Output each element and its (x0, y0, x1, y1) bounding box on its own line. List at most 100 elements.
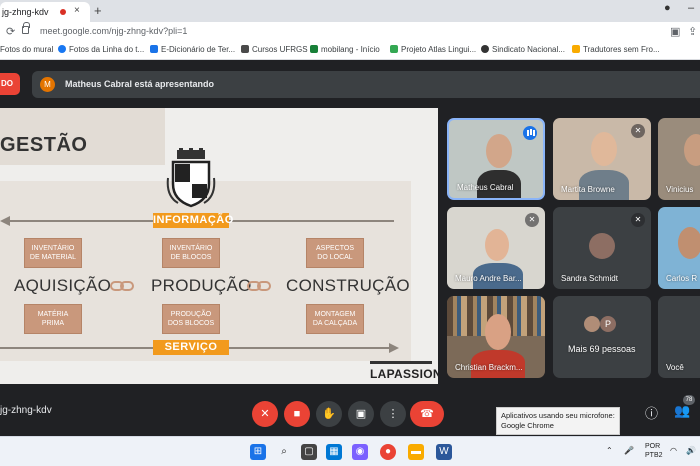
aquisicao-text: AQUISIÇÃO (14, 276, 112, 295)
participant-avatar (584, 316, 600, 332)
participant-name: Carlos R (666, 274, 698, 283)
mic-off-icon: ✕ (525, 213, 539, 227)
participant-avatar (589, 233, 615, 259)
camera-off-button[interactable]: ■ (284, 401, 310, 427)
raise-hand-button[interactable]: ✋ (316, 401, 342, 427)
more-participants-tile[interactable]: P Mais 69 pessoas (553, 296, 651, 378)
mic-usage-tooltip: Aplicativos usando seu microfone: Google… (496, 407, 620, 435)
participant-face (486, 134, 512, 168)
recording-badge[interactable]: DO (0, 73, 20, 95)
bookmark-item[interactable]: mobilang - Início (310, 45, 380, 54)
participant-face (485, 314, 511, 350)
shield-icon (241, 45, 249, 53)
chrome-icon[interactable]: ● (380, 444, 396, 460)
meet-window: DO M Matheus Cabral está apresentando GE… (0, 60, 700, 436)
speaking-indicator-icon (523, 126, 537, 140)
microphone-icon[interactable]: 🎤 (624, 446, 634, 455)
widgets-icon[interactable]: ▦ (326, 444, 342, 460)
box-montagem-calcada: MONTAGEM DA CALÇADA (306, 304, 364, 334)
participant-face (678, 227, 700, 259)
chat-icon[interactable]: ◉ (352, 444, 368, 460)
participant-name: Sandra Schmidt (561, 274, 618, 283)
servico-label: SERVIÇO (153, 340, 229, 355)
address-bar: ⟳ meet.google.com/njg-zhng-kdv?pli=1 ▣ ⇪ (0, 22, 700, 42)
mic-off-icon: ✕ (631, 213, 645, 227)
browser-tab-bar: jg-zhng-kdv × + ● – (0, 0, 700, 22)
mic-off-button[interactable]: ✕ (252, 401, 278, 427)
file-explorer-icon[interactable]: ▬ (408, 444, 424, 460)
bookmark-item[interactable]: E-Dicionário de Ter... (150, 45, 235, 54)
globe-icon (481, 45, 489, 53)
lock-icon[interactable] (22, 22, 30, 34)
info-button[interactable]: ⓘ (645, 403, 658, 422)
camera-icon[interactable]: ▣ (670, 25, 680, 38)
participant-tile[interactable]: ✕ Sandra Schmidt (553, 207, 651, 289)
bookmark-item[interactable]: Projeto Atlas Lingui... (390, 45, 476, 54)
participant-name: Christian Brackm... (455, 363, 523, 372)
bookmark-item[interactable]: Tradutores sem Fro... (572, 45, 660, 54)
producao-text: PRODUÇÃO (151, 276, 252, 295)
participant-tile[interactable]: ✕ Mauro Andre Bar... (447, 207, 545, 289)
presenter-avatar: M (40, 77, 55, 92)
bookmark-item[interactable]: Fotos do mural (0, 45, 53, 54)
participant-name: Vinicius (666, 185, 694, 194)
word-icon[interactable]: W (436, 444, 452, 460)
informacao-label: INFORMAÇÃO (153, 213, 234, 228)
coat-of-arms-icon (166, 148, 216, 208)
presenting-text: Matheus Cabral está apresentando (65, 79, 215, 89)
search-icon[interactable]: ⌕ (276, 444, 292, 460)
tab-title: jg-zhng-kdv (2, 7, 49, 17)
brand-line (370, 361, 432, 364)
profile-icon[interactable]: ● (664, 2, 671, 14)
participant-name: Você (666, 363, 684, 372)
windows-start-icon[interactable]: ⊞ (250, 444, 266, 460)
meeting-code: jg-zhng-kdv (0, 405, 52, 416)
bookmark-item[interactable]: Cursos UFRGS (241, 45, 308, 54)
participant-name: Mauro Andre Bar... (455, 274, 522, 283)
volume-icon[interactable]: 🔊 (686, 446, 696, 455)
arrow-right-icon (389, 343, 399, 353)
tab-close-button[interactable]: × (74, 5, 80, 16)
browser-tab[interactable]: jg-zhng-kdv × (0, 2, 90, 22)
bookmarks-bar: Fotos do mural Fotos da Linha do t... E-… (0, 42, 700, 60)
box-inventario-blocos: INVENTÁRIO DE BLOCOS (162, 238, 220, 268)
bookmark-item[interactable]: Fotos da Linha do t... (58, 45, 144, 54)
more-options-button[interactable]: ⋮ (380, 401, 406, 427)
bookmark-item[interactable]: Sindicato Nacional... (481, 45, 565, 54)
presenting-banner: M Matheus Cabral está apresentando (32, 71, 700, 98)
present-button[interactable]: ▣ (348, 401, 374, 427)
end-call-button[interactable]: ☎ (410, 401, 444, 427)
tray-chevron-icon[interactable]: ⌃ (606, 446, 613, 455)
box-producao-blocos: PRODUÇÃO DOS BLOCOS (162, 304, 220, 334)
minimize-icon[interactable]: – (688, 2, 694, 14)
reload-icon[interactable]: ⟳ (6, 25, 15, 38)
url-text[interactable]: meet.google.com/njg-zhng-kdv?pli=1 (40, 26, 187, 36)
participant-tile[interactable]: Vinicius (658, 118, 700, 200)
task-view-icon[interactable]: ▢ (301, 444, 317, 460)
wifi-icon[interactable]: ◠ (670, 446, 677, 455)
share-icon[interactable]: ⇪ (688, 25, 697, 38)
language-indicator[interactable]: POR PTB2 (645, 442, 663, 460)
participant-name: Martita Browne (561, 185, 615, 194)
mobilang-icon (310, 45, 318, 53)
participant-tile[interactable]: ✕ Martita Browne (553, 118, 651, 200)
box-aspectos-local: ASPECTOS DO LOCAL (306, 238, 364, 268)
dictionary-icon (150, 45, 158, 53)
facebook-icon (58, 45, 66, 53)
participant-tile[interactable]: Matheus Cabral (447, 118, 545, 200)
participant-tile[interactable]: Carlos R (658, 207, 700, 289)
new-tab-button[interactable]: + (94, 3, 102, 18)
chain-link-icon (110, 281, 136, 291)
participant-face (485, 229, 509, 261)
participant-name: Matheus Cabral (457, 183, 514, 192)
people-button[interactable]: 👥 (674, 403, 690, 419)
more-participants-label: Mais 69 pessoas (568, 344, 636, 354)
leaf-icon (390, 45, 398, 53)
chain-link-icon (247, 281, 273, 291)
participant-face (684, 134, 700, 166)
recording-dot-icon (60, 9, 66, 15)
participant-count-badge: 78 (683, 395, 695, 405)
self-tile[interactable]: Você (658, 296, 700, 378)
participant-tile[interactable]: Christian Brackm... (447, 296, 545, 378)
windows-taskbar: ⊞ ⌕ ▢ ▦ ◉ ● ▬ W ⌃ 🎤 POR PTB2 ◠ 🔊 (0, 436, 700, 466)
